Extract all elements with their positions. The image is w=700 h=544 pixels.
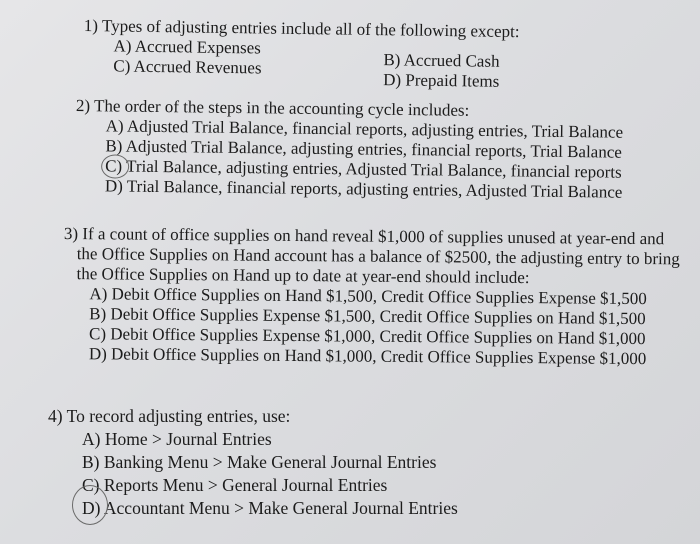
question-4-stem: 4) To record adjusting entries, use:: [48, 405, 458, 428]
question-4: 4) To record adjusting entries, use: A) …: [48, 405, 458, 525]
option-d: D) Debit Office Supplies on Hand $1,000,…: [88, 344, 647, 369]
option-c: C) Accrued Revenues: [113, 56, 262, 78]
option-b: B) Banking Menu > Make General Journal E…: [82, 452, 437, 472]
question-2: 2) The order of the steps in the account…: [75, 96, 624, 203]
question-3: 3) If a count of office supplies on hand…: [63, 224, 680, 369]
question-1: 1) Types of adjusting entries include al…: [83, 16, 584, 93]
question-number: 3): [63, 224, 79, 244]
question-number: 4): [48, 406, 63, 426]
question-text: To record adjusting entries, use:: [66, 406, 291, 426]
question-number: 2): [75, 96, 91, 116]
option-a: A) Home > Journal Entries: [82, 429, 272, 449]
option-d-selected: D) Accountant Menu > Make General Journa…: [72, 485, 458, 525]
option-d: D) Prepaid Items: [383, 70, 500, 91]
option-b: B) Accrued Cash: [383, 50, 500, 71]
option-c: C) Reports Menu > General Journal Entrie…: [82, 475, 388, 495]
question-number: 1): [83, 16, 99, 36]
